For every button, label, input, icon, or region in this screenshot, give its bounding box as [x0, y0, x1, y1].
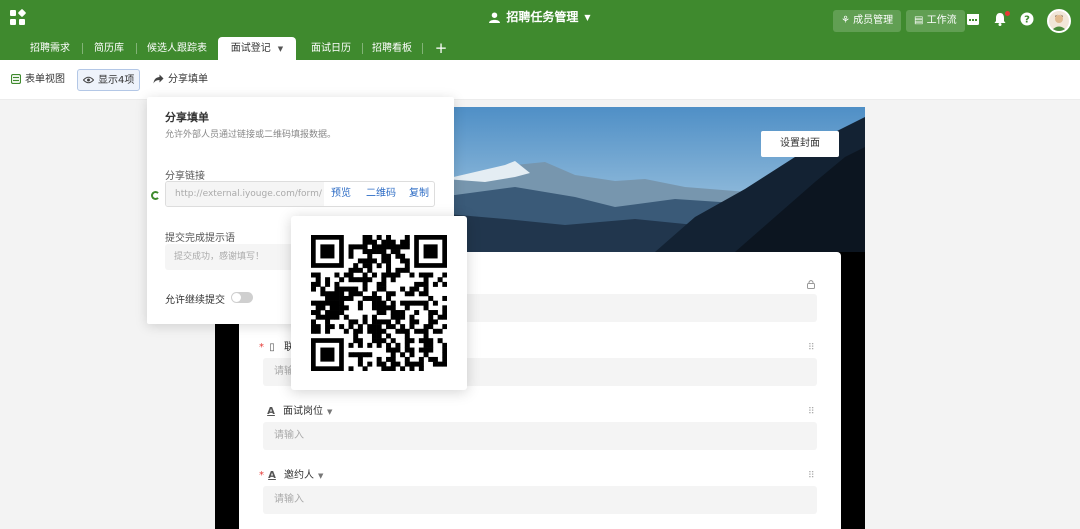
share-link-label: 分享链接 — [165, 171, 205, 182]
share-link-box: http://external.iyouge.com/form/ 预览 二维码 … — [165, 181, 435, 207]
user-icon — [489, 12, 501, 23]
member-icon: ⚘ — [841, 15, 854, 26]
share-panel-title: 分享填单 — [165, 111, 209, 124]
tab-divider — [136, 43, 137, 54]
tab-recruitment-demand[interactable]: 招聘需求 — [20, 37, 80, 60]
form-view-icon — [10, 73, 22, 85]
form-view-button[interactable]: 表单视图 — [10, 69, 65, 91]
tab-interview-registration[interactable]: 面试登记 ▼ — [218, 37, 296, 60]
chevron-down-icon: ▼ — [584, 13, 591, 22]
tab-label: 候选人跟踪表 — [147, 43, 207, 54]
text-field-icon: A — [267, 406, 275, 417]
set-cover-button[interactable]: 设置封面 — [761, 131, 839, 157]
qrcode-button[interactable]: 二维码 — [366, 182, 396, 206]
tab-divider — [422, 43, 423, 54]
app-header: 招聘任务管理 ▼ ⚘ 成员管理 ▤ 工作流 ? 招聘需求 简历库 候选人跟踪表 面… — [0, 0, 1080, 60]
tab-label: 招聘看板 — [372, 43, 412, 54]
workflow-button[interactable]: ▤ 工作流 — [906, 10, 965, 32]
member-management-button[interactable]: ⚘ 成员管理 — [833, 10, 902, 32]
avatar[interactable] — [1047, 9, 1071, 33]
drag-handle-icon[interactable]: ⠿ — [808, 471, 816, 481]
preview-button[interactable]: 预览 — [331, 182, 351, 206]
help-icon[interactable]: ? — [1020, 12, 1036, 28]
text-field-icon: A — [268, 470, 276, 481]
field-label-text: 面试岗位 — [283, 406, 323, 417]
field-label-text: 邀约人 — [284, 470, 314, 481]
tab-divider — [362, 43, 363, 54]
tab-divider — [82, 43, 83, 54]
submit-message-label: 提交完成提示语 — [165, 233, 235, 244]
field-label-phone: * ▯ 联 — [259, 341, 294, 355]
tab-label: 招聘需求 — [30, 43, 70, 54]
tab-label: 简历库 — [94, 43, 124, 54]
add-tab-icon[interactable]: + — [433, 37, 449, 60]
share-panel-description: 允许外部人员通过链接或二维码填报数据。 — [165, 130, 337, 140]
calendar-icon[interactable] — [966, 12, 982, 28]
drag-handle-icon[interactable]: ⠿ — [808, 343, 816, 353]
workflow-icon: ▤ — [914, 15, 927, 26]
field-label-inviter[interactable]: * A 邀约人 ▼ — [259, 469, 323, 483]
allow-continue-label: 允许继续提交 — [165, 295, 225, 306]
share-form-label: 分享填单 — [168, 74, 208, 85]
required-mark: * — [259, 342, 264, 353]
tab-interview-calendar[interactable]: 面试日历 — [300, 37, 362, 60]
field-placeholder: 请输入 — [274, 430, 304, 441]
notification-badge — [1005, 11, 1010, 16]
tab-candidate-tracking[interactable]: 候选人跟踪表 — [138, 37, 216, 60]
form-view-label: 表单视图 — [25, 74, 65, 85]
workflow-label: 工作流 — [926, 15, 957, 26]
share-link-input[interactable]: http://external.iyouge.com/form/ — [166, 182, 324, 206]
phone-icon: ▯ — [269, 342, 275, 353]
drag-handle-icon[interactable]: ⠿ — [808, 407, 816, 417]
chevron-down-icon[interactable]: ▼ — [327, 408, 332, 416]
set-cover-label: 设置封面 — [780, 138, 820, 149]
show-fields-label: 显示4项 — [98, 75, 135, 86]
inviter-input[interactable]: 请输入 — [263, 486, 817, 514]
view-toolbar: 表单视图 显示4项 分享填单 — [0, 60, 1080, 100]
qrcode-popover — [291, 216, 467, 390]
allow-continue-toggle[interactable] — [231, 292, 253, 303]
app-title-text: 招聘任务管理 — [506, 10, 579, 24]
tab-label: 面试日历 — [311, 43, 351, 54]
tab-recruitment-board[interactable]: 招聘看板 — [364, 37, 420, 60]
tab-resume-library[interactable]: 简历库 — [84, 37, 134, 60]
svg-text:?: ? — [1024, 15, 1030, 26]
qrcode-image — [311, 235, 447, 371]
share-form-button[interactable]: 分享填单 — [153, 69, 208, 91]
share-icon — [153, 74, 164, 84]
chevron-down-icon[interactable]: ▼ — [278, 45, 283, 53]
submit-message-input[interactable]: 提交成功，感谢填写！ — [165, 244, 305, 270]
bell-icon[interactable] — [993, 11, 1010, 28]
eye-icon — [82, 76, 95, 84]
copy-button[interactable]: 复制 — [409, 182, 429, 206]
required-mark: * — [259, 470, 264, 481]
tab-label: 面试登记 — [230, 43, 271, 54]
lock-icon — [806, 279, 815, 289]
show-fields-button[interactable]: 显示4项 — [77, 69, 141, 91]
loading-spinner-icon — [151, 191, 160, 200]
field-label-position[interactable]: A 面试岗位 ▼ — [265, 405, 332, 419]
position-input[interactable]: 请输入 — [263, 422, 817, 450]
field-placeholder: 请输入 — [274, 494, 304, 505]
chevron-down-icon[interactable]: ▼ — [318, 472, 323, 480]
member-management-label: 成员管理 — [853, 15, 894, 26]
